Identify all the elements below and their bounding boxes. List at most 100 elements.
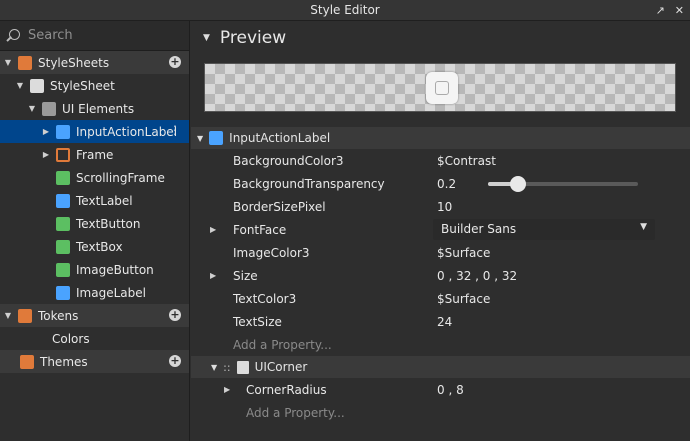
tree-item-image-label[interactable]: ImageLabel [0, 281, 189, 304]
property-name: BackgroundColor3 [233, 153, 344, 168]
property-group-title: InputActionLabel [229, 131, 331, 145]
tree-item-text-label[interactable]: TextLabel [0, 189, 189, 212]
property-value[interactable]: 24 [437, 315, 452, 329]
image-button-icon [56, 262, 70, 277]
collapse-arrow-icon[interactable]: ▼ [197, 134, 203, 143]
uicorner-icon [236, 360, 249, 374]
tree-item-label: ScrollingFrame [76, 170, 165, 185]
add-icon[interactable]: + [169, 355, 181, 367]
tree-item-image-button[interactable]: ImageButton [0, 258, 189, 281]
property-row[interactable]: ▶ FontFace Builder Sans ▼ [191, 218, 690, 241]
property-value[interactable]: $Surface [437, 292, 490, 306]
collapse-arrow-icon[interactable]: ▼ [203, 33, 210, 43]
property-value[interactable]: 0 , 8 [437, 383, 464, 397]
preview-element-icon [426, 72, 458, 104]
property-name: ImageColor3 [233, 245, 310, 260]
add-property-input[interactable]: Add a Property... [233, 338, 332, 352]
add-icon[interactable]: + [169, 309, 181, 321]
stylesheet-icon [30, 78, 44, 93]
preview-header[interactable]: ▼ Preview [191, 21, 690, 55]
property-row[interactable]: TextColor3 $Surface [191, 287, 690, 310]
property-value[interactable]: $Surface [437, 246, 490, 260]
property-name: BackgroundTransparency [233, 176, 385, 191]
property-name: Size [233, 268, 258, 283]
add-property-input[interactable]: Add a Property... [246, 406, 345, 420]
popout-icon[interactable]: ↗ [656, 0, 665, 21]
tree-item-input-action-label[interactable]: ▶ InputActionLabel ⋮ [0, 120, 189, 143]
explorer-panel: Search ▼ StyleSheets + ▼ StyleSheet ▼ UI… [0, 21, 190, 441]
font-face-dropdown[interactable]: Builder Sans ▼ [433, 219, 655, 240]
tree-item-label: ImageButton [76, 262, 154, 277]
themes-icon [20, 354, 34, 369]
uicorner-header[interactable]: ▼ :: UICorner [191, 356, 690, 378]
search-input[interactable]: Search [28, 28, 73, 43]
ui-elements-icon [42, 101, 56, 116]
property-name: FontFace [233, 222, 287, 237]
property-row[interactable]: ImageColor3 $Surface [191, 241, 690, 264]
input-action-icon [209, 131, 224, 145]
text-button-icon [56, 216, 70, 231]
stylesheets-icon [18, 55, 32, 70]
add-icon[interactable]: + [169, 56, 181, 68]
tree-item-label: InputActionLabel [76, 124, 176, 139]
tree-item-label: Tokens [38, 308, 79, 323]
tree-item-text-button[interactable]: TextButton [0, 212, 189, 235]
property-name: TextSize [233, 314, 282, 329]
close-icon[interactable]: ✕ [675, 0, 684, 21]
expand-arrow-icon[interactable]: ▶ [40, 150, 52, 159]
property-name: BorderSizePixel [233, 199, 326, 214]
collapse-arrow-icon[interactable]: ▼ [2, 58, 14, 67]
expand-arrow-icon[interactable]: ▶ [40, 127, 52, 136]
tree-item-ui-elements[interactable]: ▼ UI Elements [0, 97, 189, 120]
property-name: TextColor3 [233, 291, 297, 306]
drag-handle-icon[interactable]: :: [223, 361, 230, 374]
add-property-row[interactable]: Add a Property... [191, 333, 690, 356]
scrolling-frame-icon [56, 170, 70, 185]
text-box-icon [56, 239, 70, 254]
add-property-row[interactable]: Add a Property... [191, 401, 690, 424]
tree-item-stylesheets[interactable]: ▼ StyleSheets + [0, 51, 189, 74]
property-value[interactable]: 0 , 32 , 0 , 32 [437, 269, 517, 283]
property-row[interactable]: ▶ Size 0 , 32 , 0 , 32 [191, 264, 690, 287]
tree-item-label: UI Elements [62, 101, 135, 116]
dropdown-value: Builder Sans [441, 222, 517, 236]
tree-item-text-box[interactable]: TextBox [0, 235, 189, 258]
tree-item-frame[interactable]: ▶ Frame [0, 143, 189, 166]
tree-item-colors[interactable]: Colors [0, 327, 189, 350]
search-icon [6, 28, 20, 43]
collapse-arrow-icon[interactable]: ▼ [211, 363, 217, 372]
chevron-down-icon: ▼ [640, 222, 647, 232]
property-value[interactable]: 10 [437, 200, 452, 214]
frame-icon [56, 147, 70, 162]
property-row[interactable]: ▶ CornerRadius 0 , 8 [191, 378, 690, 401]
property-list: ▼ InputActionLabel BackgroundColor3 $Con… [191, 127, 690, 424]
expand-arrow-icon[interactable]: ▶ [210, 225, 216, 234]
more-options-icon[interactable]: ⋮ [169, 123, 181, 137]
property-row[interactable]: TextSize 24 [191, 310, 690, 333]
property-row[interactable]: BorderSizePixel 10 [191, 195, 690, 218]
property-row[interactable]: BackgroundTransparency 0.2 [191, 172, 690, 195]
tree-item-tokens[interactable]: ▼ Tokens + [0, 304, 189, 327]
collapse-arrow-icon[interactable]: ▼ [14, 81, 26, 90]
tree-item-stylesheet[interactable]: ▼ StyleSheet [0, 74, 189, 97]
tree-item-label: TextButton [76, 216, 141, 231]
tree-item-themes[interactable]: Themes + [0, 350, 189, 373]
tree-item-label: TextLabel [76, 193, 133, 208]
property-name: CornerRadius [246, 382, 327, 397]
property-row[interactable]: BackgroundColor3 $Contrast [191, 149, 690, 172]
slider-knob[interactable] [510, 176, 526, 192]
property-value[interactable]: $Contrast [437, 154, 496, 168]
image-label-icon [56, 285, 70, 300]
input-action-icon [56, 124, 70, 139]
expand-arrow-icon[interactable]: ▶ [210, 271, 216, 280]
preview-label: Preview [219, 28, 287, 48]
collapse-arrow-icon[interactable]: ▼ [26, 104, 38, 113]
transparency-slider[interactable] [488, 176, 638, 192]
tree-item-scrolling-frame[interactable]: ScrollingFrame [0, 166, 189, 189]
property-group-header[interactable]: ▼ InputActionLabel [191, 127, 690, 149]
expand-arrow-icon[interactable]: ▶ [224, 385, 230, 394]
property-value[interactable]: 0.2 [437, 177, 456, 191]
collapse-arrow-icon[interactable]: ▼ [2, 311, 14, 320]
tree-item-label: Frame [76, 147, 114, 162]
search-bar[interactable]: Search [0, 21, 189, 51]
